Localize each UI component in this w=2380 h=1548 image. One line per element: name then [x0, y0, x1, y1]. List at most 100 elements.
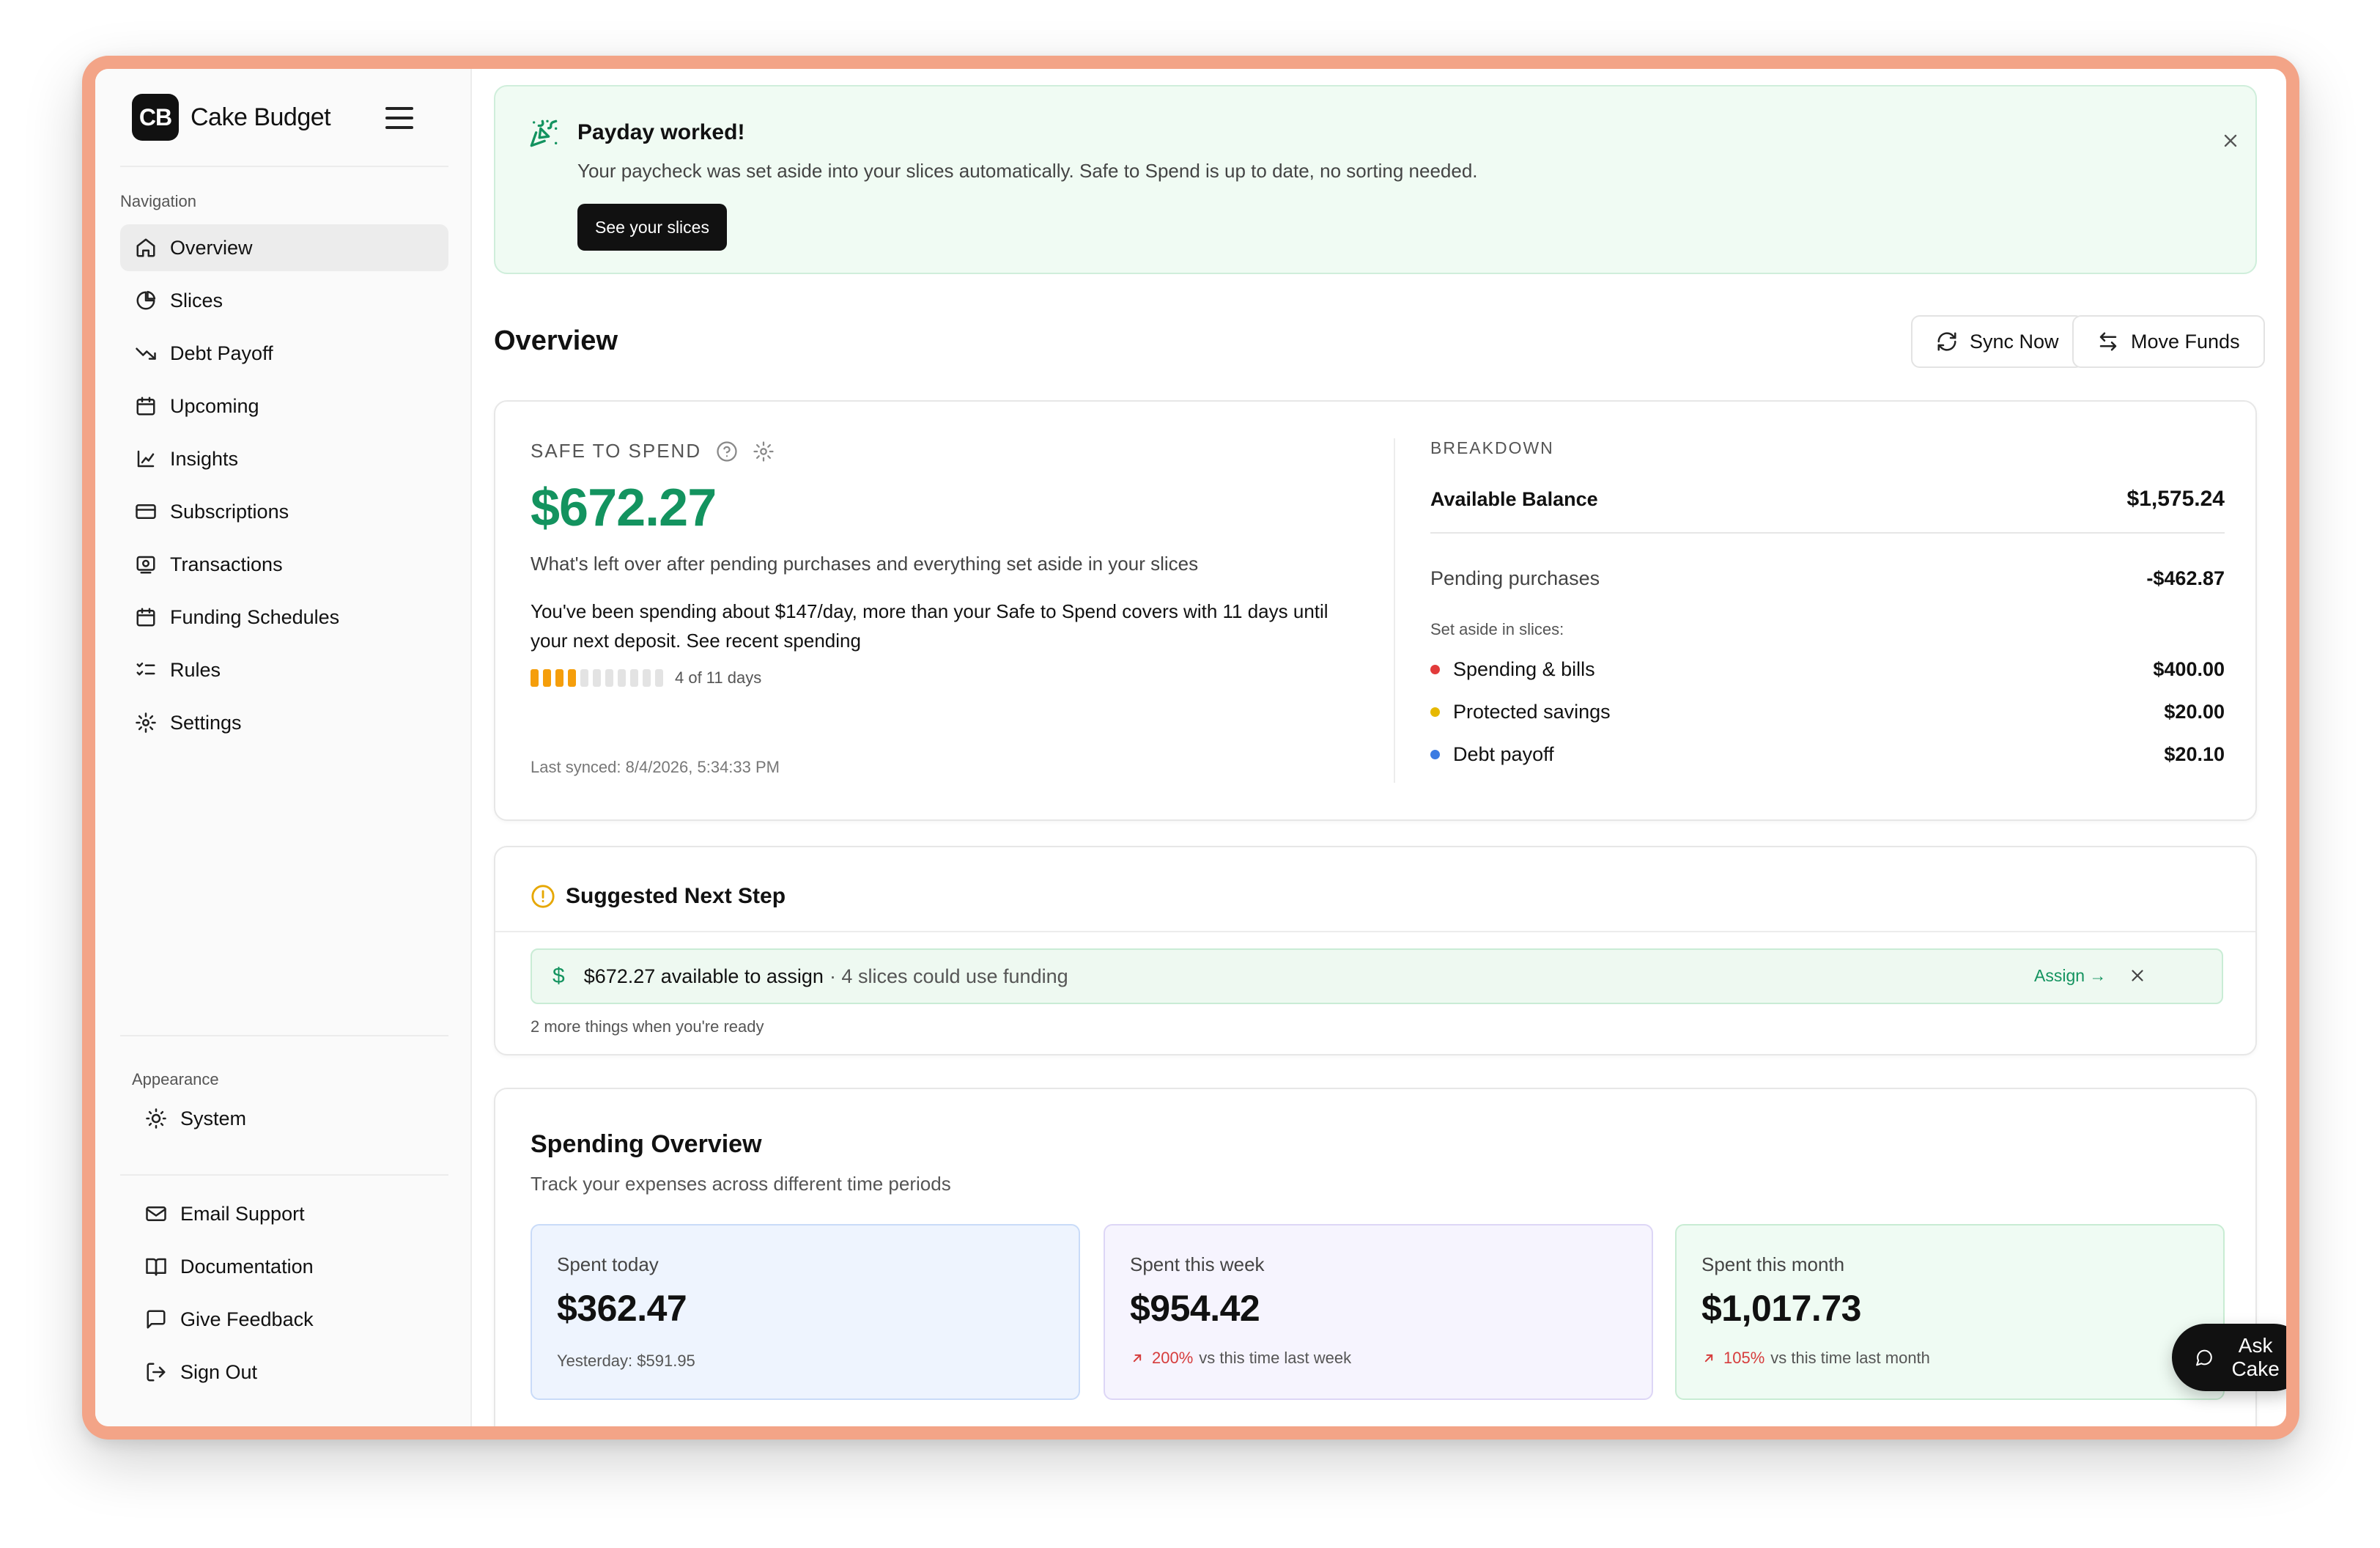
move-funds-button[interactable]: Move Funds [2072, 315, 2265, 368]
arrow-up-right-icon [1704, 1354, 1713, 1363]
sidebar-item-overview[interactable]: Overview [120, 224, 448, 271]
stat-comparison: vs this time last week [1199, 1349, 1352, 1367]
sidebar-item-label: Debt Payoff [170, 342, 273, 364]
sign-out-button[interactable]: Sign Out [132, 1349, 447, 1396]
menu-icon[interactable] [385, 107, 413, 129]
progress-segment [643, 669, 651, 687]
sidebar-item-label: Subscriptions [170, 500, 289, 523]
sync-now-label: Sync Now [1970, 330, 2059, 353]
see-slices-button[interactable]: See your slices [577, 204, 727, 251]
close-icon[interactable] [2128, 966, 2147, 985]
alert-circle-icon [531, 885, 555, 908]
slice-color-dot [1430, 707, 1440, 717]
more-things-text[interactable]: 2 more things when you're ready [531, 1017, 764, 1036]
safe-to-spend-amount: $672.27 [531, 479, 717, 537]
sidebar-divider [120, 1035, 448, 1036]
available-balance-label: Available Balance [1430, 487, 1598, 510]
progress-label: 4 of 11 days [675, 668, 762, 687]
progress-segment [580, 669, 588, 687]
slice-name: Spending & bills [1453, 658, 1595, 680]
slice-name: Debt payoff [1453, 743, 1554, 765]
sidebar-item-slices[interactable]: Slices [120, 277, 448, 324]
trending-down-icon [136, 347, 156, 360]
sidebar-item-rules[interactable]: Rules [120, 646, 448, 693]
home-icon [136, 238, 155, 257]
mail-icon [146, 1206, 166, 1221]
available-balance-value: $1,575.24 [2126, 487, 2225, 511]
calendar-icon [136, 608, 155, 627]
stat-percent: 105% [1723, 1349, 1765, 1367]
calendar-icon [136, 397, 155, 416]
sidebar-item-label: Upcoming [170, 394, 259, 417]
progress-segment [630, 669, 638, 687]
chat-bubble-icon [2196, 1349, 2212, 1366]
log-out-icon [147, 1363, 166, 1382]
sidebar-item-label: Overview [170, 236, 253, 259]
nav-section-label: Navigation [120, 192, 196, 210]
documentation-link[interactable]: Documentation [132, 1243, 447, 1290]
help-circle-icon[interactable] [716, 441, 738, 462]
progress-segment [605, 669, 613, 687]
close-icon[interactable] [2220, 130, 2241, 151]
brand-logo: CB [132, 94, 179, 141]
message-square-icon [147, 1310, 166, 1329]
sidebar-item-label: Insights [170, 447, 239, 470]
spending-overview-subtitle: Track your expenses across different tim… [531, 1173, 951, 1195]
give-feedback-link[interactable]: Give Feedback [132, 1296, 447, 1343]
slice-value: $20.00 [2164, 701, 2225, 723]
appearance-toggle[interactable]: System [132, 1095, 447, 1142]
sun-icon [146, 1108, 166, 1129]
slice-name: Protected savings [1453, 701, 1611, 723]
brand[interactable]: CB Cake Budget [132, 94, 331, 141]
arrow-up-right-icon [1133, 1354, 1142, 1363]
slice-color-dot [1430, 750, 1440, 759]
support-item-label: Documentation [180, 1255, 314, 1278]
sidebar-item-upcoming[interactable]: Upcoming [120, 383, 448, 430]
sidebar: CB Cake Budget Navigation Overview Slice… [95, 69, 472, 1426]
app-frame: CB Cake Budget Navigation Overview Slice… [82, 56, 2299, 1440]
chart-icon [137, 450, 155, 468]
gear-icon[interactable] [753, 441, 775, 462]
next-step-title-text: Suggested Next Step [566, 884, 786, 908]
gear-icon [136, 712, 156, 733]
sidebar-item-funding-schedules[interactable]: Funding Schedules [120, 594, 448, 641]
ask-cake-button[interactable]: Ask Cake [2172, 1324, 2286, 1391]
ask-cake-label: Ask Cake [2231, 1334, 2280, 1380]
breakdown-heading: BREAKDOWN [1430, 438, 1554, 457]
sidebar-item-debt-payoff[interactable]: Debt Payoff [120, 330, 448, 377]
pending-label: Pending purchases [1430, 567, 1600, 589]
progress-segment [655, 669, 663, 687]
sidebar-item-settings[interactable]: Settings [120, 699, 448, 746]
spending-warning[interactable]: You've been spending about $147/day, mor… [531, 597, 1366, 655]
email-support-link[interactable]: Email Support [132, 1190, 447, 1237]
next-step-title: Suggested Next Step [531, 884, 786, 909]
breakdown-divider [1430, 532, 2225, 534]
assign-sub-text: · 4 slices could use funding [829, 965, 1068, 987]
stat-label: Spent this month [1701, 1253, 1845, 1275]
banner-text: Your paycheck was set aside into your sl… [577, 160, 1478, 182]
stat-value: $954.42 [1130, 1288, 1260, 1329]
sidebar-item-subscriptions[interactable]: Subscriptions [120, 488, 448, 535]
arrows-swap-icon [2099, 332, 2117, 351]
sidebar-item-label: Settings [170, 711, 242, 734]
slice-row: Debt payoff $20.10 [1430, 743, 2225, 766]
sidebar-item-transactions[interactable]: Transactions [120, 541, 448, 588]
page-title: Overview [494, 325, 618, 356]
spent-this-month-card: Spent this month $1,017.73 105% vs this … [1675, 1224, 2225, 1400]
brand-name: Cake Budget [191, 103, 331, 131]
safe-to-spend-heading: SAFE TO SPEND [531, 440, 702, 462]
party-popper-icon [530, 119, 558, 147]
progress-segment [568, 669, 576, 687]
sidebar-nav: Overview Slices Debt Payoff Upcoming Ins… [120, 224, 448, 752]
sync-now-button[interactable]: Sync Now [1911, 315, 2084, 368]
last-synced: Last synced: 8/4/2026, 5:34:33 PM [531, 758, 780, 776]
sidebar-item-label: Transactions [170, 553, 283, 575]
support-item-label: Sign Out [180, 1360, 258, 1383]
suggested-next-step-card: Suggested Next Step $ $672.27 available … [494, 846, 2257, 1055]
assign-link[interactable]: Assign → [2034, 966, 2106, 986]
sidebar-item-label: Slices [170, 289, 223, 312]
card-divider [1394, 438, 1395, 783]
sidebar-item-insights[interactable]: Insights [120, 435, 448, 482]
spent-this-week-card: Spent this week $954.42 200% vs this tim… [1104, 1224, 1653, 1400]
stat-label: Spent today [557, 1253, 659, 1275]
